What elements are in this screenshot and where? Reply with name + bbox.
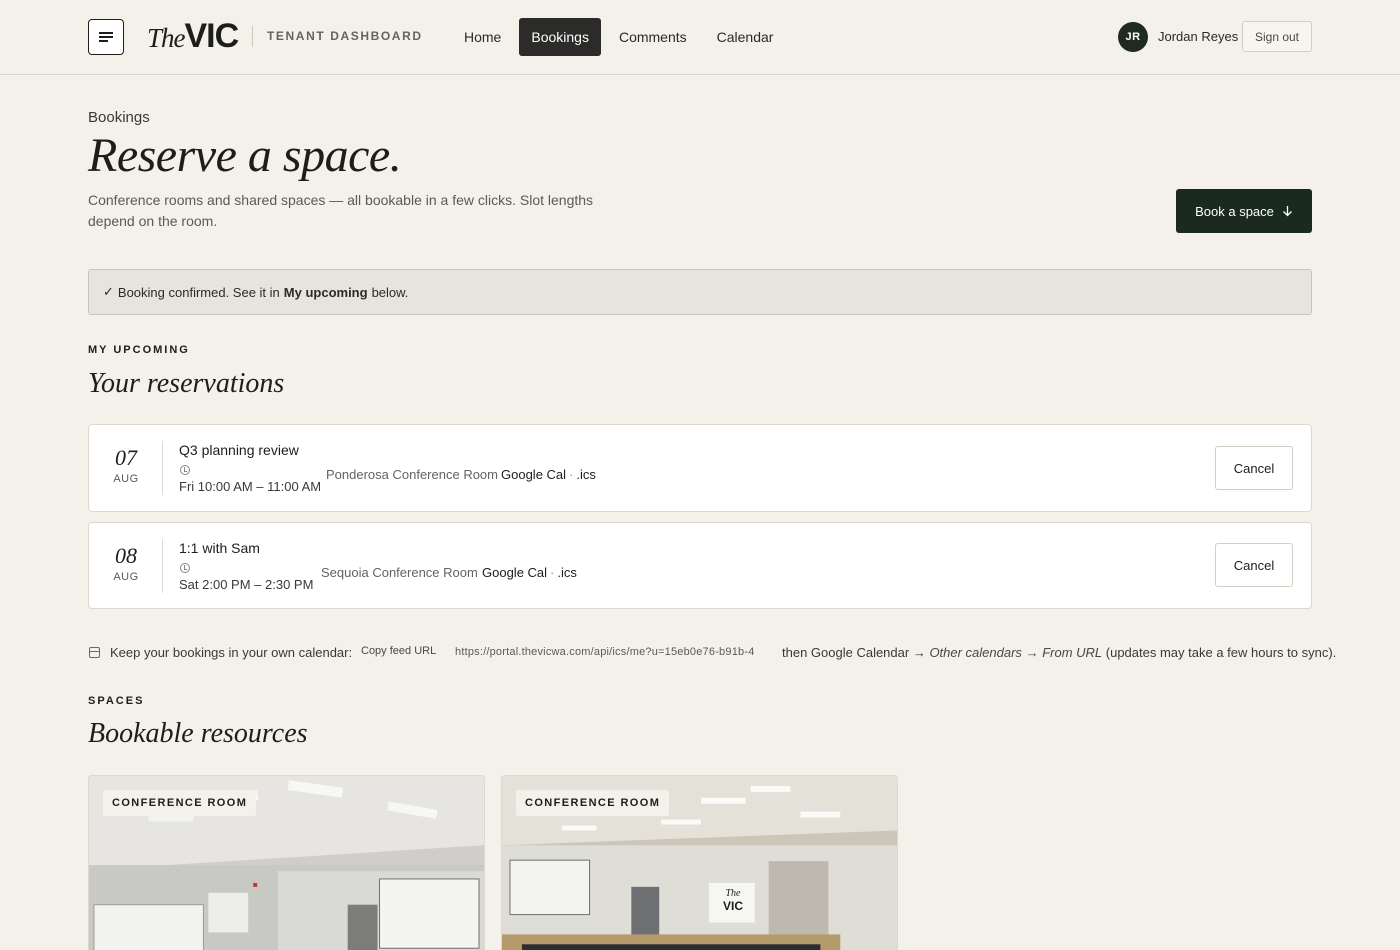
feed-from-url: From URL	[1042, 645, 1103, 660]
clock-icon	[180, 465, 190, 475]
calendar-icon	[89, 647, 100, 658]
feed-url[interactable]: https://portal.thevicwa.com/api/ics/me?u…	[455, 646, 755, 658]
date-divider	[162, 539, 163, 593]
nav-home[interactable]: Home	[452, 18, 513, 56]
sign-vic: VIC	[722, 899, 743, 913]
space-card[interactable]: CONFERENCE ROOM	[88, 775, 485, 950]
reservation-date: 08 AUG	[89, 543, 163, 583]
menu-button[interactable]	[88, 19, 124, 55]
dashboard-label: TENANT DASHBOARD	[267, 29, 423, 43]
copy-feed-url-button[interactable]: Copy feed URL	[361, 645, 436, 657]
logo-vic: VIC	[184, 17, 240, 55]
feed-other-calendars: Other calendars	[929, 645, 1022, 660]
feed-note: (updates may take a few hours to sync).	[1105, 645, 1337, 660]
space-card[interactable]: CONFERENCE ROOM The VIC	[501, 775, 898, 950]
nav-bookings[interactable]: Bookings	[519, 18, 601, 56]
book-a-space-button[interactable]: Book a space	[1176, 189, 1312, 233]
menu-icon	[99, 32, 113, 42]
user-name: Jordan Reyes	[1158, 29, 1239, 44]
check-icon: ✓	[103, 284, 114, 299]
reservation-room: Ponderosa Conference Room	[326, 467, 498, 482]
calendar-feed-row: Keep your bookings in your own calendar:…	[88, 644, 1336, 662]
google-cal-link[interactable]: Google Cal	[482, 565, 547, 580]
calendar-links: Google Cal · .ics	[501, 467, 596, 482]
reservation-title: 1:1 with Sam	[179, 540, 260, 556]
book-a-space-label: Book a space	[1195, 203, 1274, 219]
arrow-down-icon	[1282, 206, 1292, 217]
feed-then: then Google Calendar →	[782, 645, 926, 660]
spaces-eyebrow: SPACES	[88, 695, 145, 707]
alert-suffix: below.	[371, 284, 409, 300]
breadcrumb: Bookings	[88, 109, 150, 126]
upcoming-eyebrow: MY UPCOMING	[88, 344, 190, 356]
main-nav: Home Bookings Comments Calendar	[452, 18, 785, 56]
logo[interactable]: The VIC	[147, 17, 240, 55]
sign-out-button[interactable]: Sign out	[1242, 21, 1312, 52]
date-divider	[162, 441, 163, 495]
reservation-month: AUG	[113, 571, 139, 583]
reservation-time: Fri 10:00 AM – 11:00 AM	[179, 479, 322, 494]
reservation-title: Q3 planning review	[179, 442, 299, 458]
ics-link[interactable]: .ics	[576, 467, 596, 482]
feed-arrow: →	[1025, 645, 1039, 660]
space-type-badge: CONFERENCE ROOM	[516, 790, 670, 816]
spaces-title: Bookable resources	[88, 718, 308, 749]
calendar-links: Google Cal · .ics	[482, 565, 577, 580]
clock-icon	[180, 563, 190, 573]
feed-instructions: then Google Calendar → Other calendars →…	[782, 645, 1336, 660]
logo-the: The	[147, 23, 185, 53]
avatar[interactable]: JR	[1118, 22, 1148, 52]
reservation-date: 07 AUG	[89, 445, 163, 485]
reservation-card: 07 AUG Q3 planning review Fri 10:00 AM –…	[88, 424, 1312, 512]
reservation-day: 08	[115, 543, 137, 568]
alert-link[interactable]: My upcoming	[284, 285, 368, 300]
nav-comments[interactable]: Comments	[607, 18, 699, 56]
alert-text: Booking confirmed. See it in	[117, 284, 280, 300]
google-cal-link[interactable]: Google Cal	[501, 467, 566, 482]
reservation-time: Sat 2:00 PM – 2:30 PM	[179, 577, 314, 592]
booking-confirmed-alert: ✓ Booking confirmed. See it in My upcomi…	[88, 269, 1312, 315]
reservation-month: AUG	[113, 473, 139, 485]
reservation-card: 08 AUG 1:1 with Sam Sat 2:00 PM – 2:30 P…	[88, 522, 1312, 609]
feed-text: Keep your bookings in your own calendar:	[110, 645, 353, 660]
cancel-button[interactable]: Cancel	[1215, 543, 1293, 587]
space-type-badge: CONFERENCE ROOM	[103, 790, 257, 816]
top-bar: The VIC TENANT DASHBOARD Home Bookings C…	[0, 0, 1400, 75]
nav-calendar[interactable]: Calendar	[705, 18, 786, 56]
ics-link[interactable]: .ics	[557, 565, 577, 580]
reservation-room: Sequoia Conference Room	[321, 565, 478, 580]
upcoming-title: Your reservations	[88, 368, 285, 399]
cancel-button[interactable]: Cancel	[1215, 446, 1293, 490]
page-subtitle: Conference rooms and shared spaces — all…	[88, 192, 594, 229]
reservation-day: 07	[115, 445, 137, 470]
page-title: Reserve a space.	[88, 129, 402, 182]
vic-wall-sign: The VIC	[714, 888, 752, 912]
logo-divider	[252, 26, 253, 47]
